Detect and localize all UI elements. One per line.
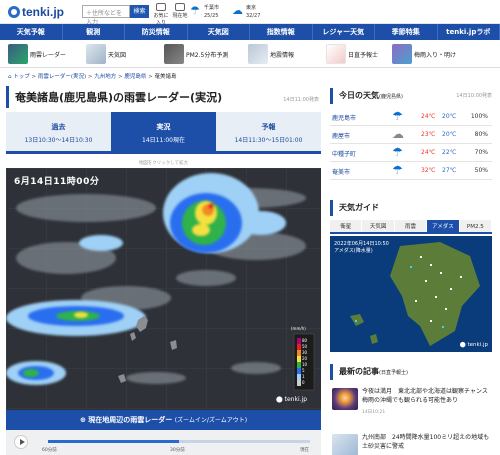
current-location-radar-link[interactable]: ⊕ 現在地周辺の雨雲レーダー (ズームイン/ズームアウト) (6, 410, 321, 430)
logo-text: tenki.jp (22, 5, 65, 19)
hydrangea-thumb-icon (392, 44, 412, 64)
guide-tab-pm25[interactable]: PM2.5 (459, 220, 493, 232)
target-icon: ⊕ (79, 416, 86, 424)
umbrella-icon: ☂ (190, 4, 200, 17)
latest-articles-header: 最新の記事(日直予報士) (330, 364, 492, 380)
guide-tab-satellite[interactable]: 衛星 (330, 220, 363, 232)
nav-observation[interactable]: 観測 (63, 24, 125, 40)
amedas-map[interactable]: 2022年06月14日10:50 アメダス(降水量) ⬤ tenki.jp (330, 236, 492, 352)
nav-disaster[interactable]: 防災情報 (125, 24, 188, 40)
location-icon (175, 3, 185, 11)
play-button[interactable] (14, 435, 28, 449)
tenki-logo[interactable]: tenki.jp (8, 5, 64, 19)
weather-row[interactable]: 中種子町 ☂ 24℃ 22℃ 70% (330, 144, 492, 162)
guide-tab-amedas[interactable]: アメダス (427, 220, 460, 232)
guide-tab-weather-map[interactable]: 天気図 (362, 220, 395, 232)
umbrella-icon: ☂ (392, 109, 403, 123)
main-nav: 天気予報 観測 防災情報 天気図 指数情報 レジャー天気 季節特集 tenki.… (0, 24, 500, 40)
radar-map[interactable]: 6月14日11時00分 (mm/h) 80 50 30 20 10 5 1 0 … (6, 168, 321, 410)
weather-row[interactable]: 奄美市 ☂ 32℃ 27℃ 50% (330, 162, 492, 180)
article-item[interactable]: 今夜は満月 東北北部や北海道は観察チャンス 梅雨の沖縄でも観られる可能性あり 1… (330, 386, 494, 416)
forecaster-thumb-icon (326, 44, 346, 64)
breadcrumb-kyushu[interactable]: 九州地方 (94, 74, 116, 80)
weather-row[interactable]: 鹿屋市 ☁ 23℃ 20℃ 80% (330, 126, 492, 144)
breadcrumb-kagoshima[interactable]: 鹿児島県 (124, 74, 146, 80)
nav-index[interactable]: 指数情報 (250, 24, 313, 40)
legend-values: 80 50 30 20 10 5 1 0 (302, 338, 308, 385)
nav-weather-map[interactable]: 天気図 (188, 24, 250, 40)
legend-unit: (mm/h) (291, 326, 306, 331)
tab-forecast[interactable]: 予報 14日11:30〜15日01:00 (216, 112, 321, 151)
current-location-button[interactable]: 現在地 (172, 3, 188, 21)
weather-guide-header: 天気ガイド (330, 200, 492, 216)
radar-map-graphic (6, 168, 321, 410)
weather-map-thumb-icon (86, 44, 106, 64)
amedas-logo: ⬤ tenki.jp (459, 342, 488, 348)
issued-time: 14日11:00発表 (283, 97, 319, 103)
breadcrumb-top[interactable]: トップ (13, 74, 30, 80)
sub-nav: 雨雲レーダー 天気図 PM2.5分布予測 地震情報 日直予報士 梅雨入り・明け (0, 40, 500, 68)
map-timestamp: 6月14日11時00分 (14, 177, 100, 187)
page: tenki.jp ＋住所などを入力 検索 お気に入り 現在地 ☂ 千葉市 25/… (0, 0, 500, 455)
weather-row[interactable]: 鹿児島市 ☂ 24℃ 20℃ 100% (330, 108, 492, 126)
breadcrumb-current: 奄美諸島 (154, 74, 177, 80)
timeline-slider[interactable] (48, 440, 310, 443)
search-input[interactable]: ＋住所などを入力 (82, 5, 130, 26)
cloud-rain-icon: ☁ (392, 127, 404, 141)
pm25-thumb-icon (164, 44, 184, 64)
map-hint: 地図をクリックして拡大 (138, 161, 189, 166)
earthquake-thumb-icon (248, 44, 268, 64)
logo-mark-icon (8, 6, 20, 18)
umbrella-icon: ☂ (392, 163, 403, 177)
nav-leisure[interactable]: レジャー天気 (313, 24, 375, 40)
site-header: tenki.jp ＋住所などを入力 検索 お気に入り 現在地 ☂ 千葉市 25/… (0, 0, 500, 26)
article-item[interactable]: 九州南部 24時間降水量100ミリ超えの地域も 土砂災害に警戒 (330, 432, 495, 455)
timeline-progress (48, 440, 179, 443)
nav-forecast[interactable]: 天気予報 (0, 24, 63, 40)
page-title: 奄美諸島(鹿児島県)の雨雲レーダー(実況) (15, 91, 223, 104)
search-button[interactable]: 検索 (130, 5, 149, 18)
guide-tabs: 衛星 天気図 雨雲 アメダス PM2.5 (330, 220, 493, 234)
nav-season[interactable]: 季節特集 (375, 24, 438, 40)
nav-lab[interactable]: tenki.jpラボ (438, 24, 500, 40)
moon-thumb-icon (332, 388, 358, 410)
cloud-icon: ☁ (232, 4, 243, 17)
header-weather-1[interactable]: ☂ 千葉市 25/25 (190, 2, 228, 22)
page-title-bar: 奄美諸島(鹿児島県)の雨雲レーダー(実況) 14日11:00発表 (6, 86, 321, 108)
header-weather-2[interactable]: ☁ 東京 32/27 (232, 2, 270, 22)
today-weather-header: 今日の天気(鹿児島県) 14日10:00発表 (330, 88, 492, 104)
favorite-button[interactable]: お気に入り (153, 3, 169, 26)
umbrella-icon: ☂ (392, 145, 403, 159)
tab-past[interactable]: 過去 13日10:30〜14日10:30 (6, 112, 111, 151)
radar-tabs: 過去 13日10:30〜14日10:30 実況 14日11:00現在 予報 14… (6, 112, 321, 154)
amedas-time: 2022年06月14日10:50 アメダス(降水量) (334, 241, 389, 254)
map-thumb-icon (332, 434, 358, 455)
timeline-player: 60分前 30分前 現在 (6, 430, 321, 455)
map-logo: ⬤ tenki.jp (276, 396, 307, 403)
breadcrumb-radar[interactable]: 雨雲レーダー(実況) (38, 74, 86, 80)
radar-thumb-icon (8, 44, 28, 64)
tab-current[interactable]: 実況 14日11:00現在 (111, 112, 216, 151)
house-icon: ⌂ (8, 74, 12, 80)
star-icon (156, 3, 166, 11)
guide-tab-rain[interactable]: 雨雲 (394, 220, 428, 232)
breadcrumb: ⌂ トップ > 雨雲レーダー(実況) > 九州地方 > 鹿児島県 > 奄美諸島 (8, 74, 177, 80)
